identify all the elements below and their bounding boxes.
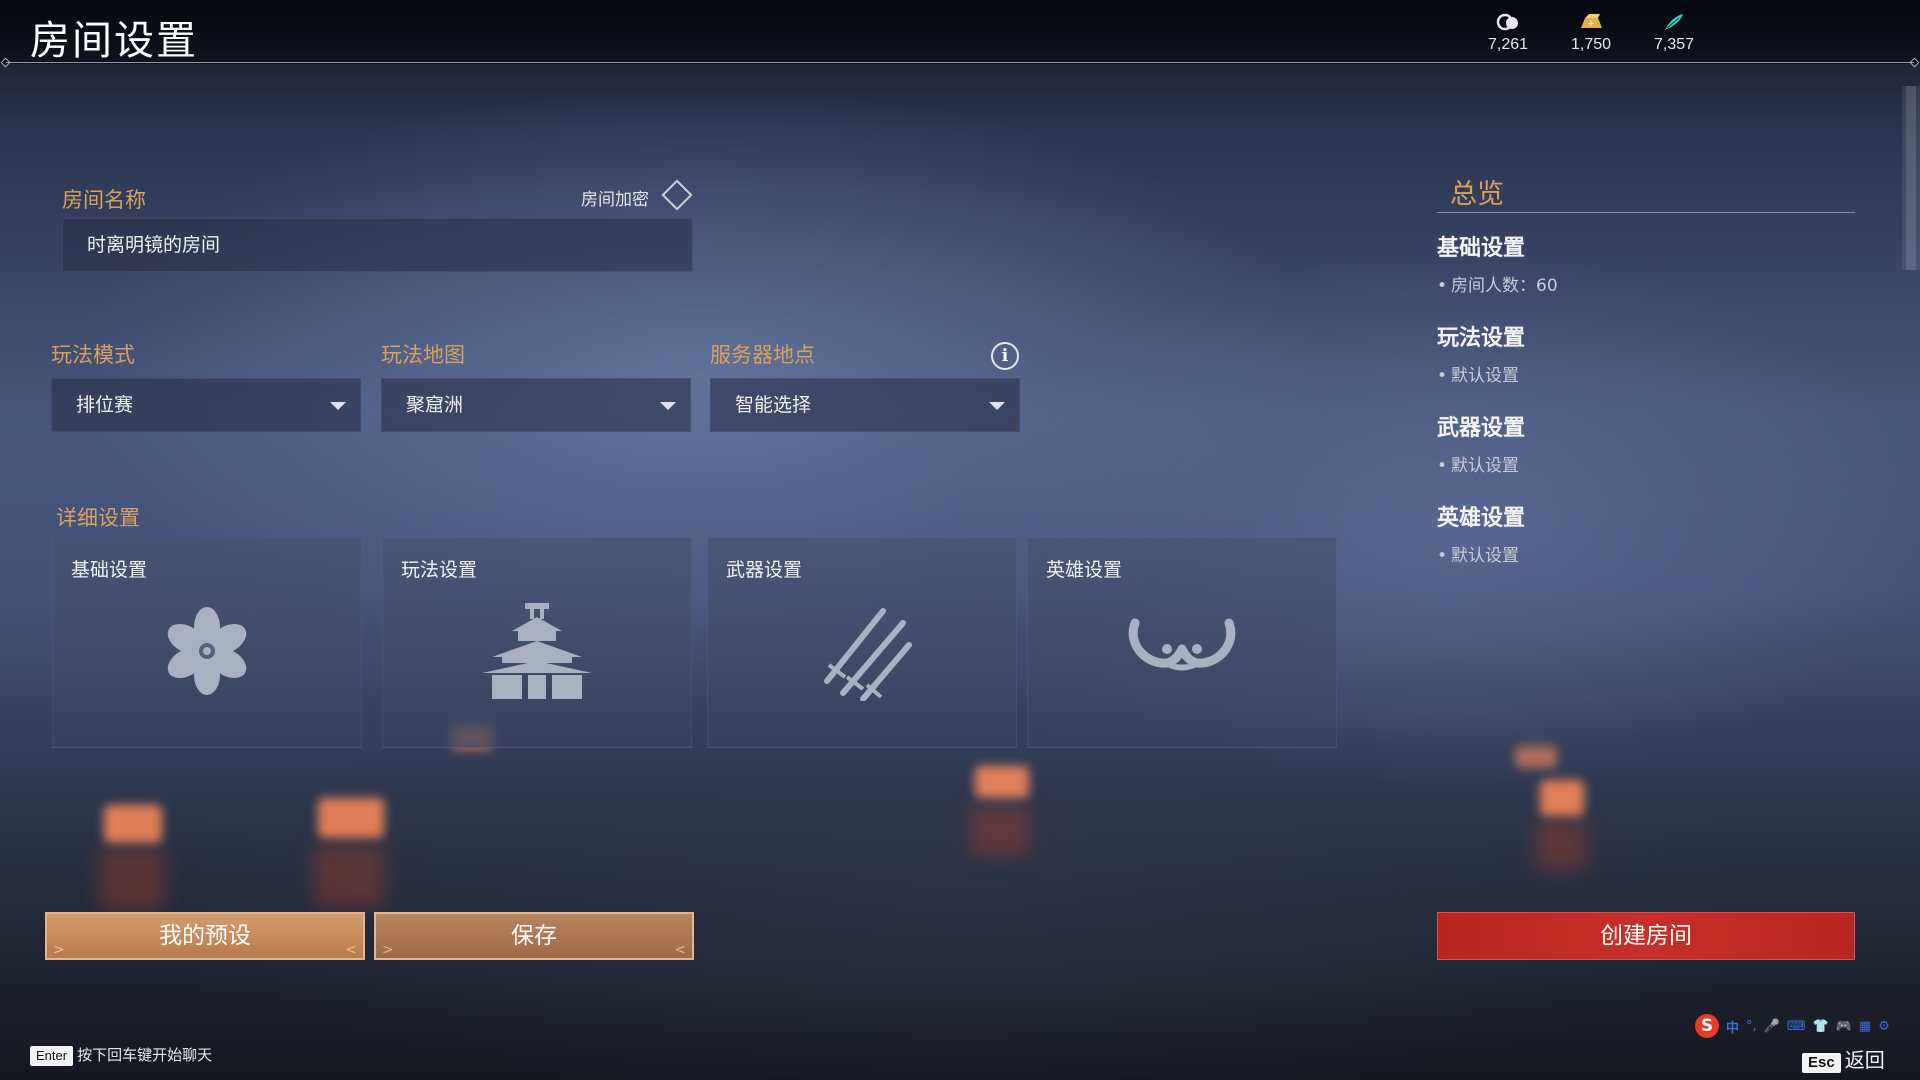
room-name-input[interactable]: 时离明镜的房间 xyxy=(62,218,693,272)
card-gameplay-settings[interactable]: 玩法设置 xyxy=(382,538,692,748)
create-room-button[interactable]: 创建房间 xyxy=(1437,912,1855,960)
server-select[interactable]: 智能选择 xyxy=(710,378,1020,432)
server-label: 服务器地点 xyxy=(710,343,815,367)
microphone-icon[interactable]: 🎤 xyxy=(1764,1019,1780,1034)
overview-detail-text: 默认设置 xyxy=(1451,366,1520,386)
map-select-value: 聚窟洲 xyxy=(406,394,464,416)
card-hero-settings[interactable]: 英雄设置 xyxy=(1027,538,1337,748)
info-icon[interactable]: i xyxy=(991,342,1019,370)
page-title: 房间设置 xyxy=(30,18,198,64)
overview-section-detail: • 默认设置 xyxy=(1437,366,1520,386)
currency-gold: + 1,750 xyxy=(1556,12,1626,54)
lantern-reflection xyxy=(100,850,164,910)
overview-section-title: 玩法设置 xyxy=(1437,326,1526,351)
grid-icon[interactable]: ▦ xyxy=(1859,1019,1871,1034)
lantern-reflection xyxy=(970,806,1030,856)
mode-select-value: 排位赛 xyxy=(76,394,134,416)
chevron-right-icon: > xyxy=(53,942,65,958)
map-select[interactable]: 聚窟洲 xyxy=(381,378,691,432)
chevron-down-icon xyxy=(330,402,346,410)
currency-value: 7,357 xyxy=(1653,36,1695,53)
overview-detail-text: 默认设置 xyxy=(1451,456,1520,476)
lantern-reflection xyxy=(314,846,384,906)
currency-jade: 7,357 xyxy=(1639,12,1709,54)
chevron-down-icon xyxy=(989,402,1005,410)
chat-hint-text: 按下回车键开始聊天 xyxy=(77,1046,213,1064)
skin-icon[interactable]: 👕 xyxy=(1813,1019,1829,1034)
room-encrypt-toggle[interactable] xyxy=(661,179,693,211)
punctuation-icon[interactable]: °, xyxy=(1746,1019,1757,1034)
currency-value: 1,750 xyxy=(1570,36,1612,53)
card-basic-settings[interactable]: 基础设置 xyxy=(52,538,362,748)
overview-title: 总览 xyxy=(1450,179,1504,210)
my-presets-button[interactable]: > 我的预设 < xyxy=(45,912,365,960)
mode-select[interactable]: 排位赛 xyxy=(51,378,361,432)
details-label: 详细设置 xyxy=(56,506,140,530)
card-weapon-settings[interactable]: 武器设置 xyxy=(707,538,1017,748)
chevron-left-icon: < xyxy=(345,942,357,958)
overview-section-title: 基础设置 xyxy=(1437,236,1526,261)
gamepad-icon[interactable]: 🎮 xyxy=(1836,1019,1852,1034)
esc-key: Esc xyxy=(1802,1053,1841,1073)
back-label: 返回 xyxy=(1844,1048,1885,1072)
lantern-glow xyxy=(975,766,1029,798)
svg-text:+: + xyxy=(1587,19,1595,29)
overview-section-detail: • 默认设置 xyxy=(1437,546,1520,566)
keyboard-icon[interactable]: ⌨ xyxy=(1787,1019,1806,1034)
overview-divider xyxy=(1437,212,1855,213)
save-button[interactable]: > 保存 < xyxy=(374,912,694,960)
my-presets-label: 我的预设 xyxy=(159,923,251,949)
lantern-reflection xyxy=(1536,820,1586,870)
currency-coins: 7,261 xyxy=(1473,12,1543,54)
room-encrypt-label: 房间加密 xyxy=(581,190,649,210)
ime-toolbar[interactable]: S 中 °, 🎤 ⌨ 👕 🎮 ▦ ⚙ xyxy=(1695,1013,1890,1039)
top-bar xyxy=(0,0,1920,64)
card-title: 玩法设置 xyxy=(401,559,478,581)
room-name-label: 房间名称 xyxy=(62,188,146,212)
horned-mask-icon xyxy=(1117,601,1247,705)
currency-value: 7,261 xyxy=(1487,36,1529,53)
ime-mode[interactable]: 中 xyxy=(1726,1017,1739,1036)
header-divider xyxy=(6,62,1914,63)
server-select-value: 智能选择 xyxy=(735,394,812,416)
gold-bar-icon: + xyxy=(1556,12,1626,32)
chevron-down-icon xyxy=(660,402,676,410)
lantern-glow xyxy=(104,805,162,843)
card-title: 武器设置 xyxy=(726,559,803,581)
lantern-glow xyxy=(1540,780,1584,816)
overview-section-detail: • 房间人数：60 xyxy=(1437,276,1558,296)
card-title: 英雄设置 xyxy=(1046,559,1123,581)
chevron-left-icon: < xyxy=(674,942,686,958)
overview-section-title: 武器设置 xyxy=(1437,416,1526,441)
map-label: 玩法地图 xyxy=(381,343,465,367)
lantern-glow xyxy=(318,798,384,838)
overview-detail-text: 房间人数：60 xyxy=(1451,276,1558,296)
coin-icon xyxy=(1473,12,1543,32)
chevron-right-icon: > xyxy=(382,942,394,958)
lantern-glow xyxy=(1515,746,1557,768)
overview-section-detail: • 默认设置 xyxy=(1437,456,1520,476)
jade-feather-icon xyxy=(1639,12,1709,32)
save-label: 保存 xyxy=(511,923,557,949)
mode-label: 玩法模式 xyxy=(51,343,135,367)
settings-icon[interactable]: ⚙ xyxy=(1878,1019,1890,1034)
overview-section-title: 英雄设置 xyxy=(1437,506,1526,531)
pagoda-icon xyxy=(472,601,602,705)
scrollbar-thumb[interactable] xyxy=(1906,86,1916,270)
chat-hint: Enter 按下回车键开始聊天 xyxy=(30,1044,212,1066)
flower-icon xyxy=(157,601,257,705)
scrollbar[interactable] xyxy=(1902,86,1920,270)
swords-icon xyxy=(807,601,917,705)
sogou-logo-icon[interactable]: S xyxy=(1695,1014,1719,1038)
back-button[interactable]: Esc 返回 xyxy=(1802,1044,1885,1073)
overview-detail-text: 默认设置 xyxy=(1451,546,1520,566)
enter-key: Enter xyxy=(30,1046,74,1066)
card-title: 基础设置 xyxy=(71,559,148,581)
